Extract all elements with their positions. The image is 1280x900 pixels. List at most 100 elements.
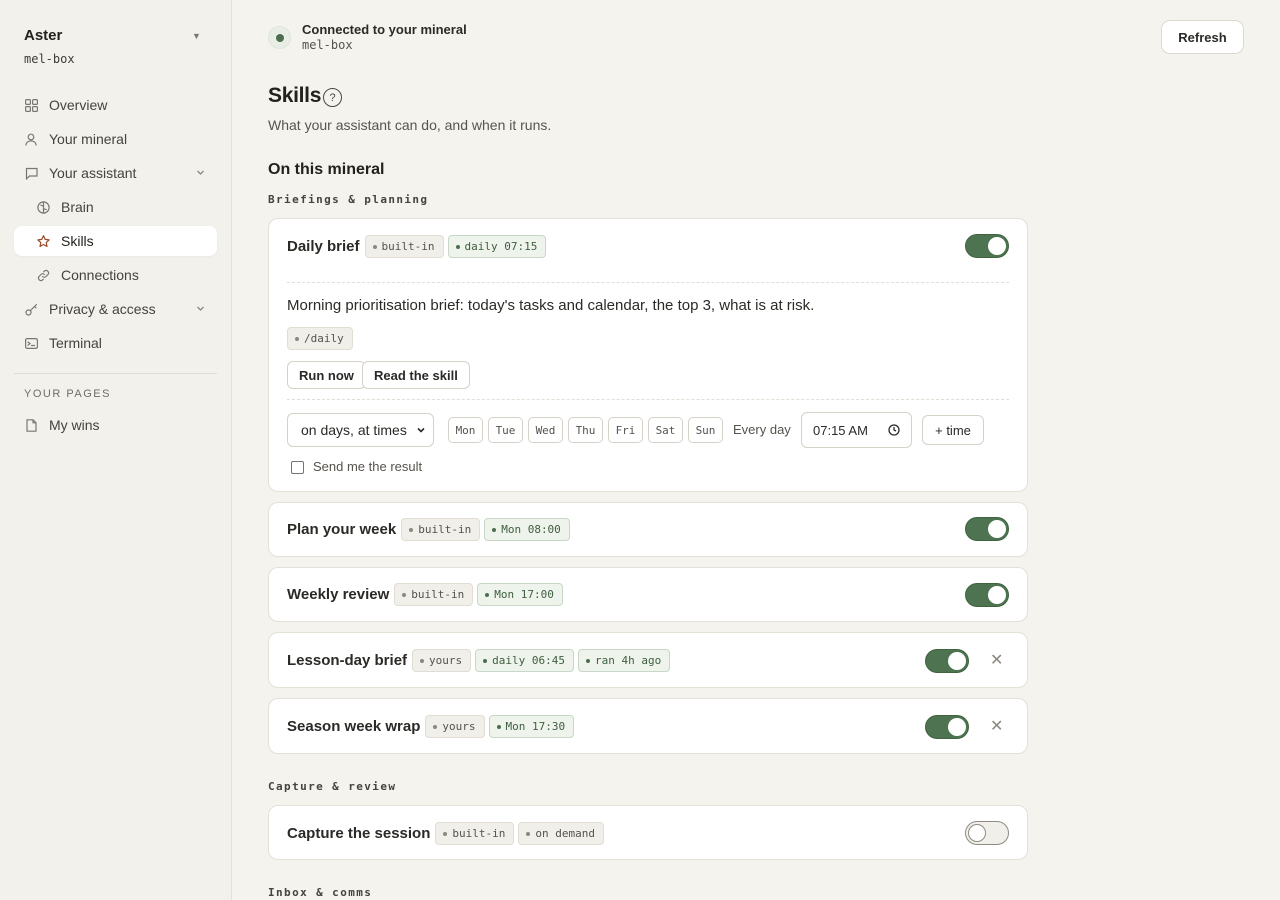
- schedule-tag: Mon 08:00: [484, 518, 570, 541]
- refresh-button[interactable]: Refresh: [1161, 20, 1244, 54]
- send-result-label: Send me the result: [313, 459, 423, 474]
- page-subtitle: What your assistant can do, and when it …: [268, 117, 552, 133]
- skill-card-header[interactable]: Lesson-day brief yours daily 06:45 ran 4…: [287, 649, 671, 672]
- sidebar-item-privacy-access[interactable]: Privacy & access: [14, 294, 217, 324]
- time-input[interactable]: 07:15 AM: [801, 412, 912, 448]
- sidebar-item-label: Skills: [61, 233, 94, 249]
- skill-toggle[interactable]: [925, 715, 969, 739]
- divider: [287, 399, 1009, 400]
- day-toggle-thu[interactable]: Thu: [568, 417, 603, 443]
- sidebar-item-label: Your assistant: [49, 165, 137, 181]
- skill-toggle[interactable]: [965, 234, 1009, 258]
- divider: [287, 282, 1009, 283]
- sidebar-item-your-assistant[interactable]: Your assistant: [14, 158, 217, 188]
- delete-skill-icon[interactable]: ✕: [990, 716, 1003, 736]
- skill-name: Capture the session: [287, 825, 431, 842]
- skill-name: Daily brief: [287, 238, 360, 255]
- sidebar-divider: [14, 373, 217, 374]
- delete-skill-icon[interactable]: ✕: [990, 650, 1003, 670]
- star-icon: [36, 234, 50, 248]
- day-toggle-mon[interactable]: Mon: [448, 417, 483, 443]
- skill-tag: yours: [425, 715, 485, 738]
- chat-icon: [24, 166, 38, 180]
- sidebar: Aster ▼ mel-box Overview Your mineral Yo…: [0, 0, 232, 900]
- time-value: 07:15 AM: [813, 422, 868, 438]
- skill-tag: built-in: [394, 583, 474, 606]
- workspace-caret-icon[interactable]: ▼: [192, 31, 201, 41]
- sidebar-item-label: Brain: [61, 199, 94, 215]
- skill-tag: built-in: [435, 822, 515, 845]
- sidebar-item-brain[interactable]: Brain: [14, 192, 217, 222]
- your-pages-heading: YOUR PAGES: [24, 388, 111, 400]
- schedule-tag: Mon 17:00: [477, 583, 563, 606]
- day-toggle-wed[interactable]: Wed: [528, 417, 563, 443]
- sidebar-item-skills[interactable]: Skills: [14, 226, 217, 256]
- document-icon: [24, 418, 38, 432]
- trigger-tag: on demand: [518, 822, 604, 845]
- page-title: Skills: [268, 84, 322, 107]
- skill-toggle[interactable]: [965, 821, 1009, 845]
- workspace-host: mel-box: [24, 52, 75, 66]
- skill-name: Weekly review: [287, 586, 390, 603]
- skill-card-season-week-wrap: Season week wrap yours Mon 17:30 ✕: [268, 698, 1028, 754]
- sidebar-item-label: Your mineral: [49, 131, 128, 147]
- skill-name: Lesson-day brief: [287, 652, 408, 669]
- skill-tag: built-in: [401, 518, 481, 541]
- skill-toggle[interactable]: [965, 583, 1009, 607]
- skill-card-header[interactable]: Season week wrap yours Mon 17:30: [287, 715, 575, 738]
- skill-tag: built-in: [364, 235, 444, 258]
- day-toggle-sun[interactable]: Sun: [688, 417, 723, 443]
- skill-card-plan-your-week: Plan your week built-in Mon 08:00: [268, 502, 1028, 557]
- connection-status-title: Connected to your mineral: [302, 22, 467, 37]
- section-heading: On this mineral: [268, 161, 385, 178]
- skill-card-lesson-day-brief: Lesson-day brief yours daily 06:45 ran 4…: [268, 632, 1028, 688]
- sidebar-item-your-mineral[interactable]: Your mineral: [14, 124, 217, 154]
- key-icon: [24, 302, 38, 316]
- user-icon: [24, 132, 38, 146]
- skill-card-header[interactable]: Daily brief built-in daily 07:15: [287, 235, 547, 258]
- schedule-tag: daily 06:45: [475, 649, 575, 672]
- add-time-button[interactable]: + time: [922, 415, 984, 445]
- skill-card-header[interactable]: Weekly review built-in Mon 17:00: [287, 583, 563, 606]
- skill-name: Season week wrap: [287, 718, 421, 735]
- sidebar-item-connections[interactable]: Connections: [14, 260, 217, 290]
- day-toggle-tue[interactable]: Tue: [488, 417, 523, 443]
- skill-card-header[interactable]: Capture the session built-in on demand: [287, 822, 604, 845]
- brain-icon: [36, 200, 50, 214]
- skill-card-header[interactable]: Plan your week built-in Mon 08:00: [287, 518, 570, 541]
- skill-name: Plan your week: [287, 521, 397, 538]
- skill-card-weekly-review: Weekly review built-in Mon 17:00: [268, 567, 1028, 622]
- skill-description: Morning prioritisation brief: today's ta…: [287, 297, 815, 314]
- sidebar-item-label: Privacy & access: [49, 301, 156, 317]
- chevron-down-icon[interactable]: [196, 168, 205, 177]
- help-icon[interactable]: ?: [323, 88, 342, 107]
- day-toggle-sat[interactable]: Sat: [648, 417, 683, 443]
- last-run-tag: ran 4h ago: [578, 649, 671, 672]
- connection-status-host: mel-box: [302, 38, 353, 52]
- sidebar-item-label: Overview: [49, 97, 108, 113]
- skill-card-daily-brief: Daily brief built-in daily 07:15 Morning…: [268, 218, 1028, 492]
- sidebar-item-terminal[interactable]: Terminal: [14, 328, 217, 358]
- send-result-checkbox[interactable]: [291, 461, 304, 474]
- group-heading-capture: Capture & review: [268, 780, 397, 793]
- chevron-down-icon[interactable]: [196, 304, 205, 313]
- clock-icon[interactable]: [888, 424, 900, 436]
- link-icon: [36, 268, 50, 282]
- workspace-name[interactable]: Aster: [24, 27, 62, 44]
- sidebar-item-label: Connections: [61, 267, 139, 283]
- group-heading-briefings: Briefings & planning: [268, 193, 429, 206]
- sidebar-item-my-wins[interactable]: My wins: [14, 410, 217, 440]
- command-tag: /daily: [287, 327, 353, 350]
- terminal-icon: [24, 336, 38, 350]
- schedule-mode-select[interactable]: on days, at times: [287, 413, 434, 447]
- skill-tag: yours: [412, 649, 472, 672]
- read-skill-button[interactable]: Read the skill: [362, 361, 470, 389]
- run-now-button[interactable]: Run now: [287, 361, 366, 389]
- skill-toggle[interactable]: [925, 649, 969, 673]
- sidebar-item-overview[interactable]: Overview: [14, 90, 217, 120]
- grid-icon: [24, 98, 38, 112]
- schedule-tag: daily 07:15: [447, 235, 547, 258]
- sidebar-item-label: My wins: [49, 417, 100, 433]
- day-toggle-fri[interactable]: Fri: [608, 417, 643, 443]
- skill-toggle[interactable]: [965, 517, 1009, 541]
